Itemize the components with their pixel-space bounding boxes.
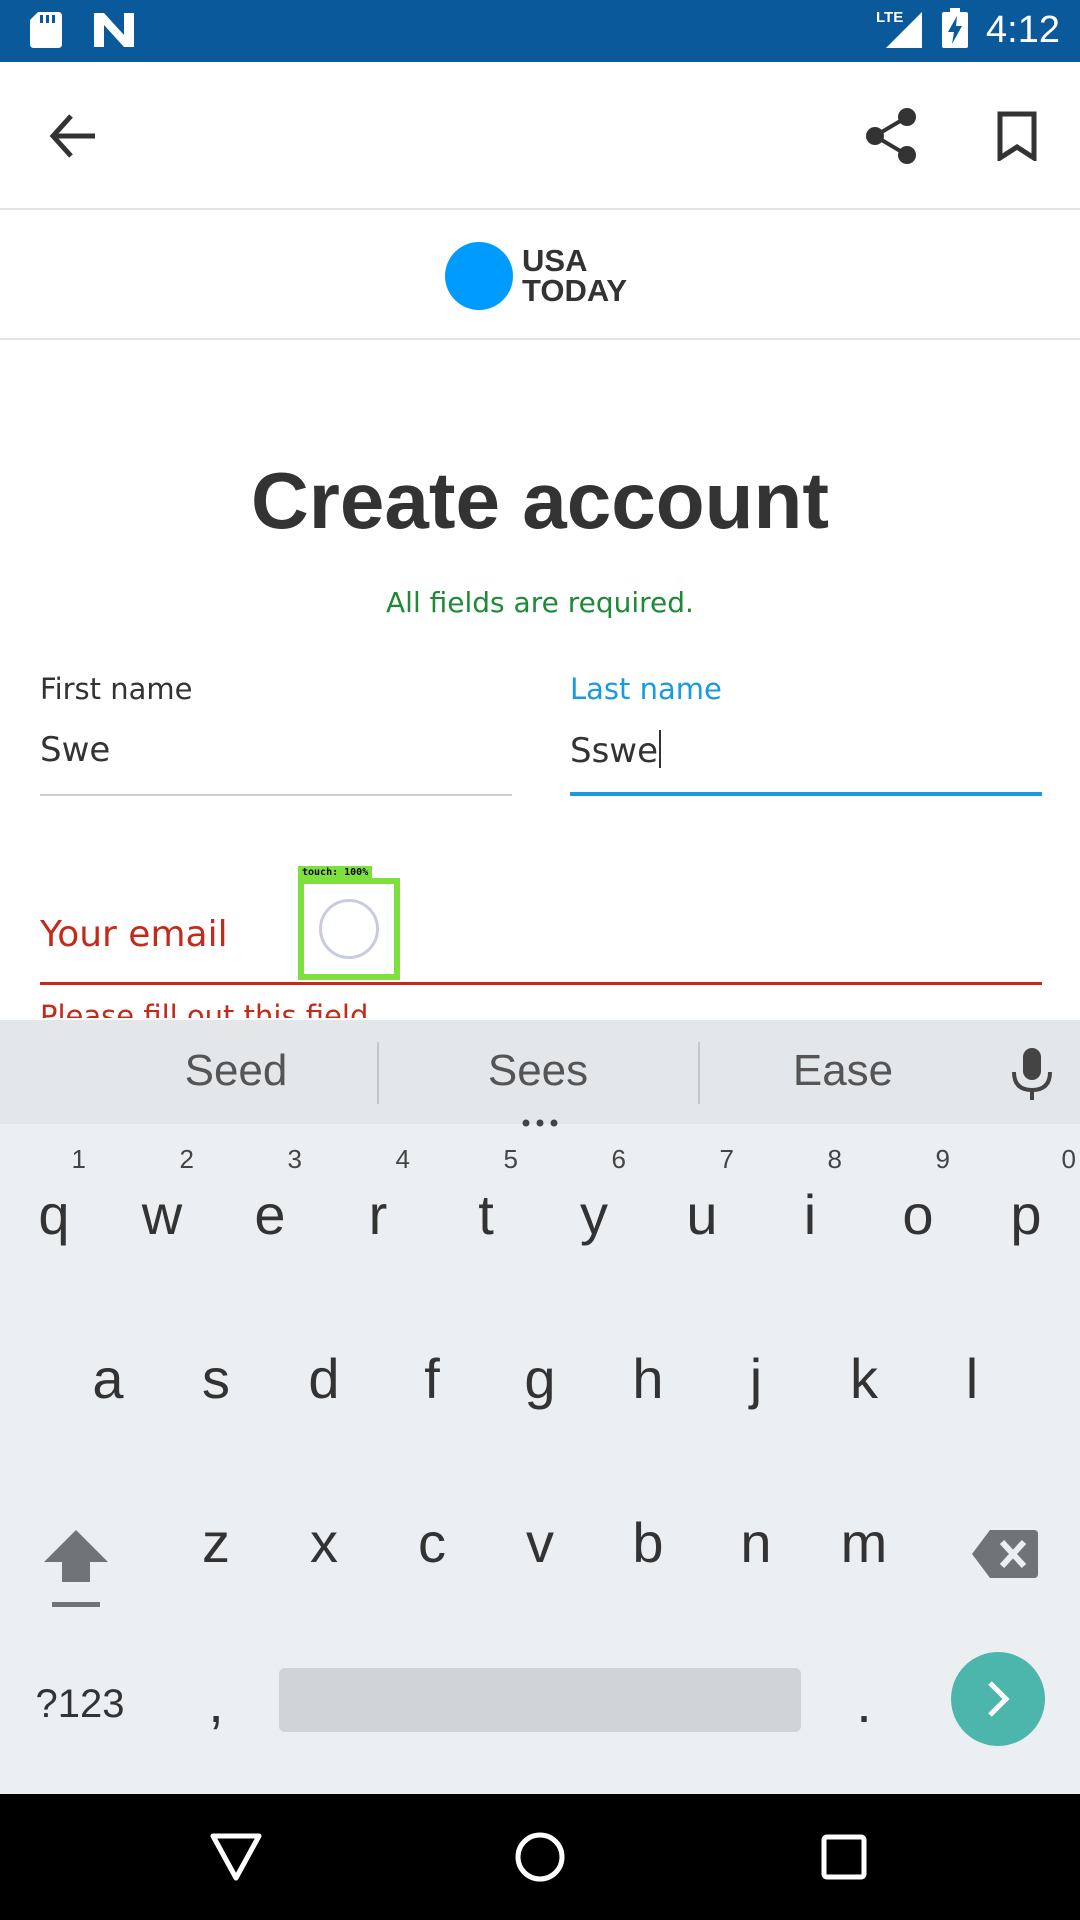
share-icon (866, 108, 916, 164)
key-q[interactable]: q1 (0, 1136, 108, 1286)
navigation-bar (0, 1794, 1080, 1920)
shift-arrow-icon (44, 1530, 108, 1607)
usa-today-logo-text: USA TODAY (522, 243, 628, 308)
key-z[interactable]: z (162, 1464, 270, 1614)
space-bar[interactable] (279, 1668, 801, 1732)
last-name-underline (570, 792, 1042, 796)
key-x[interactable]: x (270, 1464, 378, 1614)
app-bar (0, 62, 1080, 210)
nav-home-button[interactable] (505, 1822, 575, 1892)
next-key[interactable] (951, 1652, 1045, 1746)
key-d[interactable]: d (270, 1300, 378, 1450)
shift-key[interactable] (20, 1464, 130, 1614)
key-p[interactable]: p0 (972, 1136, 1080, 1286)
key-e[interactable]: e3 (216, 1136, 324, 1286)
key-y[interactable]: y6 (540, 1136, 648, 1286)
key-w[interactable]: w2 (108, 1136, 216, 1286)
signal-icon: LTE (876, 8, 924, 52)
suggestion-1[interactable]: Seed (136, 1046, 336, 1096)
key-l[interactable]: l (918, 1300, 1026, 1450)
key-c[interactable]: c (378, 1464, 486, 1614)
back-arrow-icon (49, 114, 95, 158)
key-u[interactable]: u7 (648, 1136, 756, 1286)
microphone-icon[interactable] (1010, 1048, 1054, 1106)
status-bar: LTE 4:12 (0, 0, 1080, 62)
comma-key[interactable]: , (162, 1630, 270, 1780)
bookmark-icon (997, 111, 1037, 161)
key-a[interactable]: a (54, 1300, 162, 1450)
key-n[interactable]: n (702, 1464, 810, 1614)
last-name-field[interactable]: Last name Sswe (570, 672, 1042, 796)
nav-recents-button[interactable] (809, 1822, 879, 1892)
email-error-message: Please fill out this field (40, 999, 369, 1018)
key-i[interactable]: i8 (756, 1136, 864, 1286)
more-suggestions-icon[interactable] (522, 1112, 558, 1127)
key-s[interactable]: s (162, 1300, 270, 1450)
bookmark-button[interactable] (967, 86, 1067, 186)
key-f[interactable]: f (378, 1300, 486, 1450)
suggestion-2[interactable]: Sees (438, 1046, 638, 1096)
suggestion-strip: Seed Sees Ease (0, 1020, 1080, 1127)
backspace-key[interactable] (950, 1464, 1060, 1614)
first-name-label: First name (40, 672, 193, 706)
first-name-underline (40, 794, 512, 796)
backspace-icon (972, 1530, 1038, 1578)
suggestion-divider (698, 1042, 700, 1104)
key-k[interactable]: k (810, 1300, 918, 1450)
battery-charging-icon (942, 8, 969, 52)
key-t[interactable]: t5 (432, 1136, 540, 1286)
status-time: 4:12 (986, 8, 1060, 51)
key-g[interactable]: g (486, 1300, 594, 1450)
sd-card-icon (30, 12, 62, 52)
nav-back-icon (210, 1833, 262, 1881)
period-key[interactable]: . (810, 1630, 918, 1780)
suggestion-divider (377, 1042, 379, 1104)
first-name-field[interactable]: First name Swe (40, 672, 512, 796)
email-underline (40, 982, 1042, 985)
key-m[interactable]: m (810, 1464, 918, 1614)
last-name-label: Last name (570, 672, 722, 706)
share-button[interactable] (841, 86, 941, 186)
key-v[interactable]: v (486, 1464, 594, 1614)
nav-back-button[interactable] (201, 1822, 271, 1892)
last-name-input[interactable]: Sswe (570, 730, 1042, 771)
logo-bar: USA TODAY (0, 212, 1080, 340)
svg-text:LTE: LTE (876, 9, 903, 26)
suggestion-3[interactable]: Ease (743, 1046, 943, 1096)
nav-recents-icon (821, 1834, 867, 1880)
chevron-right-icon (988, 1681, 1010, 1717)
key-r[interactable]: r4 (324, 1136, 432, 1286)
n-notification-icon (94, 13, 134, 51)
key-o[interactable]: o9 (864, 1136, 972, 1286)
nav-home-icon (515, 1832, 565, 1882)
symbols-key[interactable]: ?123 (20, 1630, 140, 1780)
usa-today-logo-icon (445, 242, 513, 310)
key-b[interactable]: b (594, 1464, 702, 1614)
text-caret (659, 730, 662, 768)
email-label[interactable]: Your email (40, 914, 228, 955)
key-h[interactable]: h (594, 1300, 702, 1450)
back-button[interactable] (23, 86, 123, 186)
touch-point-icon (319, 899, 379, 959)
key-j[interactable]: j (702, 1300, 810, 1450)
required-note: All fields are required. (386, 586, 694, 619)
first-name-input[interactable]: Swe (40, 730, 512, 770)
page-title: Create account (251, 456, 829, 545)
soft-keyboard: Seed Sees Ease q1 w2 e3 r4 t5 y6 u7 i8 o… (0, 1020, 1080, 1794)
